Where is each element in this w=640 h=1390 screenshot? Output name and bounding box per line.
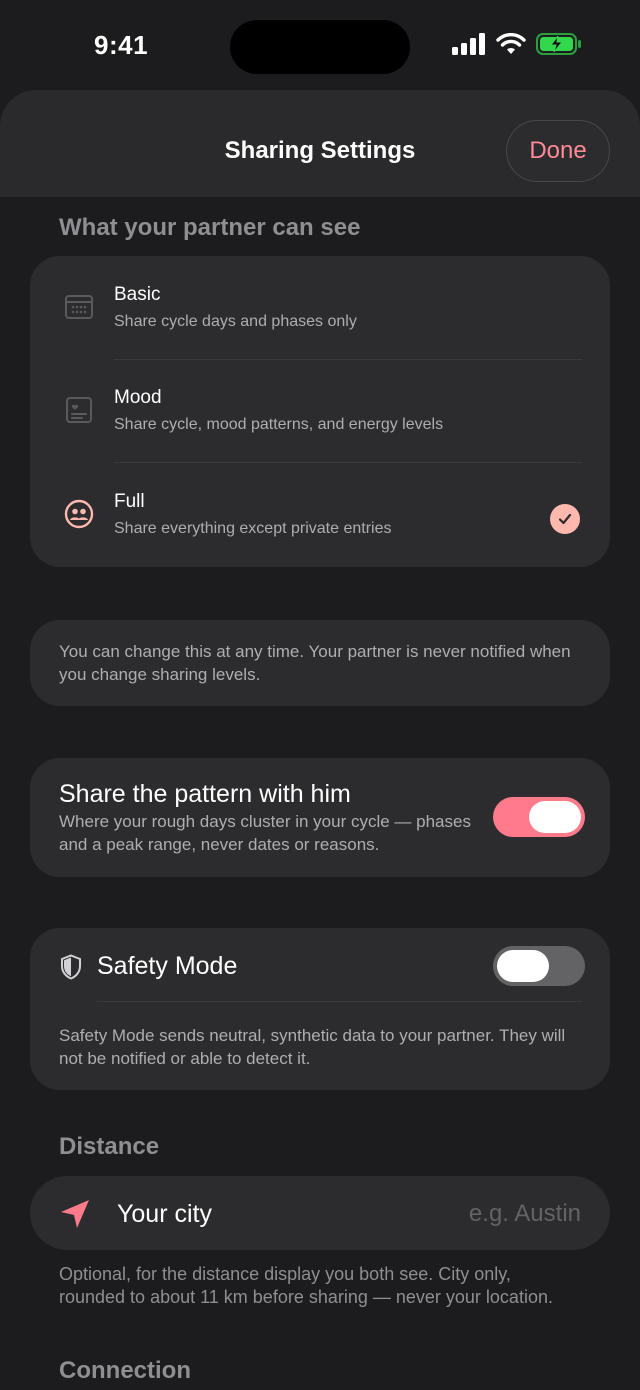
status-bar: 9:41 (0, 0, 640, 96)
section-label-connection: Connection (59, 1357, 191, 1384)
option-title: Full (114, 491, 145, 512)
location-arrow-icon (61, 1200, 89, 1228)
divider (97, 1001, 582, 1002)
pattern-toggle[interactable] (493, 797, 585, 837)
safety-mode-description: Safety Mode sends neutral, synthetic dat… (59, 1026, 566, 1068)
status-time: 9:41 (94, 30, 149, 60)
selected-checkmark (550, 504, 580, 534)
section-label-distance: Distance (59, 1133, 160, 1160)
sharing-info-text: You can change this at any time. Your pa… (59, 642, 571, 684)
screen: 9:41 Sharing Settings Done What your par… (0, 0, 640, 1390)
battery-charging-icon (536, 33, 581, 55)
distance-note: Optional, for the distance display you b… (59, 1264, 553, 1307)
option-subtitle: Share cycle days and phases only (114, 313, 357, 330)
cellular-signal-icon (452, 33, 485, 55)
safety-mode-card: Safety Mode Safety Mode sends neutral, s… (30, 928, 610, 1090)
status-icons (452, 33, 582, 55)
checkmark-icon (558, 513, 572, 525)
toggle-knob (529, 801, 581, 833)
section-label-visibility: What your partner can see (59, 214, 361, 241)
done-button[interactable]: Done (506, 120, 610, 182)
sharing-info-card: You can change this at any time. Your pa… (30, 620, 610, 706)
pattern-title: Share the pattern with him (59, 780, 351, 808)
option-basic[interactable]: Basic Share cycle days and phases only (30, 256, 610, 360)
safety-mode-toggle[interactable] (493, 946, 585, 986)
option-subtitle: Share cycle, mood patterns, and energy l… (114, 416, 444, 433)
pattern-card: Share the pattern with him Where your ro… (30, 758, 610, 877)
option-mood[interactable]: Mood Share cycle, mood patterns, and ene… (30, 359, 610, 463)
heart-note-icon (66, 397, 92, 423)
option-title: Mood (114, 387, 162, 408)
dynamic-island (230, 20, 410, 74)
wifi-icon (496, 33, 526, 54)
people-icon (64, 499, 94, 529)
city-field-card: Your city (30, 1176, 610, 1250)
option-full[interactable]: Full Share everything except private ent… (30, 463, 610, 567)
city-label: Your city (117, 1200, 212, 1228)
shield-icon (61, 954, 81, 980)
option-title: Basic (114, 284, 161, 305)
visibility-options-card: Basic Share cycle days and phases only M… (30, 256, 610, 567)
city-input[interactable] (381, 1198, 581, 1230)
safety-mode-title: Safety Mode (97, 952, 238, 980)
calendar-icon (65, 295, 93, 319)
toggle-knob (497, 950, 549, 982)
option-subtitle: Share everything except private entries (114, 520, 392, 537)
pattern-subtitle: Where your rough days cluster in your cy… (59, 812, 471, 854)
